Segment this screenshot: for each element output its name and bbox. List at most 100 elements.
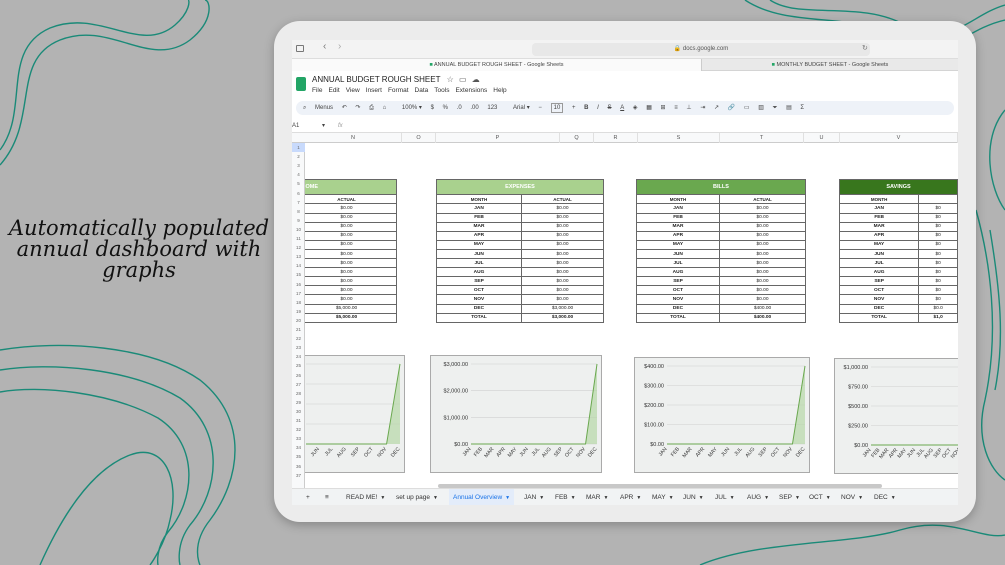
value-cell[interactable]: $0.00 bbox=[521, 248, 604, 260]
month-cell[interactable]: SEP bbox=[838, 276, 920, 287]
month-cell[interactable]: JAN bbox=[636, 203, 720, 214]
comment-icon[interactable]: ▭ bbox=[744, 101, 750, 115]
column-header-q[interactable]: Q bbox=[560, 133, 594, 143]
row-header[interactable]: 13 bbox=[292, 252, 305, 261]
value-cell[interactable]: $0.00 bbox=[719, 285, 806, 296]
number-format-button[interactable]: 123 bbox=[487, 101, 497, 115]
month-cell[interactable]: DEC bbox=[636, 303, 720, 314]
value-cell[interactable]: $0.00 bbox=[521, 212, 604, 223]
column-header-p[interactable]: P bbox=[436, 133, 560, 143]
sheet-tab-dec[interactable]: DEC ▼ bbox=[874, 489, 896, 505]
row-header[interactable]: 32 bbox=[292, 425, 305, 434]
chevron-down-icon[interactable]: ▼ bbox=[603, 495, 608, 501]
month-cell[interactable]: JUL bbox=[838, 258, 920, 269]
month-cell[interactable]: JUN bbox=[436, 248, 522, 260]
month-cell[interactable]: JUL bbox=[436, 258, 522, 269]
row-header[interactable]: 25 bbox=[292, 361, 305, 370]
row-header[interactable]: 36 bbox=[292, 462, 305, 471]
month-cell[interactable]: APR bbox=[436, 230, 522, 241]
menu-tools[interactable]: Tools bbox=[434, 87, 449, 94]
row-header[interactable]: 19 bbox=[292, 307, 305, 316]
row-header[interactable]: 21 bbox=[292, 325, 305, 334]
chevron-down-icon[interactable]: ▼ bbox=[636, 495, 641, 501]
document-title[interactable]: ANNUAL BUDGET ROUGH SHEET ☆ ▭ ☁ bbox=[312, 75, 480, 84]
value-cell[interactable]: $3,000.00 bbox=[521, 303, 604, 314]
browser-tab-annual[interactable]: ■ ANNUAL BUDGET ROUGH SHEET - Google She… bbox=[292, 59, 702, 71]
value-cell[interactable]: $0.00 bbox=[719, 239, 806, 250]
menu-edit[interactable]: Edit bbox=[328, 87, 339, 94]
address-bar[interactable]: 🔒 docs.google.com bbox=[532, 43, 870, 56]
chevron-down-icon[interactable]: ▼ bbox=[730, 495, 735, 501]
area-chart-4[interactable]: $0.00 $250.00 $500.00 $750.00 $1,000.00 JAN FE… bbox=[834, 358, 958, 474]
value-cell[interactable]: $0.00 bbox=[305, 285, 397, 296]
menu-file[interactable]: File bbox=[312, 87, 322, 94]
area-chart-3[interactable]: $0.00 $100.00 $200.00 $300.00 $400.00 JAN FEB M… bbox=[634, 357, 810, 473]
month-cell[interactable]: APR bbox=[838, 230, 920, 241]
font-size-increase[interactable]: + bbox=[572, 101, 576, 115]
bold-button[interactable]: B bbox=[584, 101, 588, 115]
all-sheets-icon[interactable]: ≡ bbox=[325, 489, 329, 505]
row-header[interactable]: 33 bbox=[292, 434, 305, 443]
sheet-tab-aug[interactable]: AUG ▼ bbox=[747, 489, 769, 505]
month-cell[interactable]: SEP bbox=[436, 276, 522, 287]
filter-views-icon[interactable]: ▤ bbox=[786, 101, 792, 115]
value-cell[interactable]: $0 bbox=[918, 212, 958, 223]
total-label[interactable]: TOTAL bbox=[838, 312, 920, 323]
cloud-icon[interactable]: ☁ bbox=[472, 75, 480, 84]
chevron-down-icon[interactable]: ▼ bbox=[669, 495, 674, 501]
column-header-n[interactable]: N bbox=[305, 133, 402, 143]
month-cell[interactable]: NOV bbox=[838, 294, 920, 305]
row-header[interactable]: 18 bbox=[292, 298, 305, 307]
value-cell[interactable]: $0 bbox=[918, 248, 958, 260]
value-cell[interactable]: $0.00 bbox=[521, 294, 604, 305]
month-cell[interactable]: MAY bbox=[436, 239, 522, 250]
row-header[interactable]: 29 bbox=[292, 398, 305, 407]
chevron-down-icon[interactable]: ▼ bbox=[699, 495, 704, 501]
value-cell[interactable]: $0.00 bbox=[305, 294, 397, 305]
undo-icon[interactable]: ↶ bbox=[342, 101, 347, 115]
column-header-t[interactable]: T bbox=[720, 133, 804, 143]
browser-tab-monthly[interactable]: ■ MONTHLY BUDGET SHEET - Google Sheets bbox=[702, 59, 958, 71]
link-icon[interactable]: 🔗 bbox=[728, 101, 735, 115]
sheet-tab-annual-overview[interactable]: Annual Overview ▼ bbox=[449, 489, 515, 505]
star-icon[interactable]: ☆ bbox=[447, 75, 454, 84]
row-header[interactable]: 22 bbox=[292, 334, 305, 343]
month-cell[interactable]: OCT bbox=[838, 285, 920, 296]
month-cell[interactable]: FEB bbox=[636, 212, 720, 223]
redo-icon[interactable]: ↷ bbox=[355, 101, 360, 115]
row-header[interactable]: 27 bbox=[292, 380, 305, 389]
sheets-logo-icon[interactable] bbox=[296, 77, 306, 91]
row-header[interactable]: 16 bbox=[292, 280, 305, 289]
value-cell[interactable]: $0.00 bbox=[305, 276, 397, 287]
value-cell[interactable]: $0.0 bbox=[918, 303, 958, 314]
value-cell[interactable]: $0 bbox=[918, 276, 958, 287]
sheet-tab-mar[interactable]: MAR ▼ bbox=[586, 489, 608, 505]
row-header[interactable]: 31 bbox=[292, 416, 305, 425]
sheet-tab-feb[interactable]: FEB ▼ bbox=[555, 489, 576, 505]
row-header[interactable]: 3 bbox=[292, 161, 305, 170]
chevron-down-icon[interactable]: ▼ bbox=[795, 495, 800, 501]
menu-extensions[interactable]: Extensions bbox=[455, 87, 487, 94]
value-cell[interactable]: $0.00 bbox=[521, 276, 604, 287]
borders-icon[interactable]: ▦ bbox=[646, 101, 652, 115]
column-header-s[interactable]: S bbox=[638, 133, 720, 143]
row-header[interactable]: 8 bbox=[292, 207, 305, 216]
merge-icon[interactable]: ⊞ bbox=[661, 101, 666, 115]
value-cell[interactable]: $0.00 bbox=[719, 212, 806, 223]
value-cell[interactable]: $0.00 bbox=[521, 221, 604, 232]
value-cell[interactable]: $0.00 bbox=[719, 221, 806, 232]
row-header[interactable]: 10 bbox=[292, 225, 305, 234]
month-cell[interactable]: OCT bbox=[636, 285, 720, 296]
month-cell[interactable]: MAY bbox=[636, 239, 720, 250]
sheet-tab-jan[interactable]: JAN ▼ bbox=[524, 489, 544, 505]
value-cell[interactable]: $400.00 bbox=[719, 303, 806, 314]
total-value[interactable]: $5,000.00 bbox=[305, 312, 397, 323]
row-header[interactable]: 7 bbox=[292, 198, 305, 207]
italic-button[interactable]: I bbox=[597, 101, 599, 115]
month-cell[interactable]: SEP bbox=[636, 276, 720, 287]
fill-color-icon[interactable]: ◈ bbox=[633, 101, 638, 115]
row-header[interactable]: 35 bbox=[292, 452, 305, 461]
value-cell[interactable]: $0.00 bbox=[305, 230, 397, 241]
text-color-button[interactable]: A bbox=[620, 101, 624, 115]
currency-button[interactable]: $ bbox=[431, 101, 434, 115]
